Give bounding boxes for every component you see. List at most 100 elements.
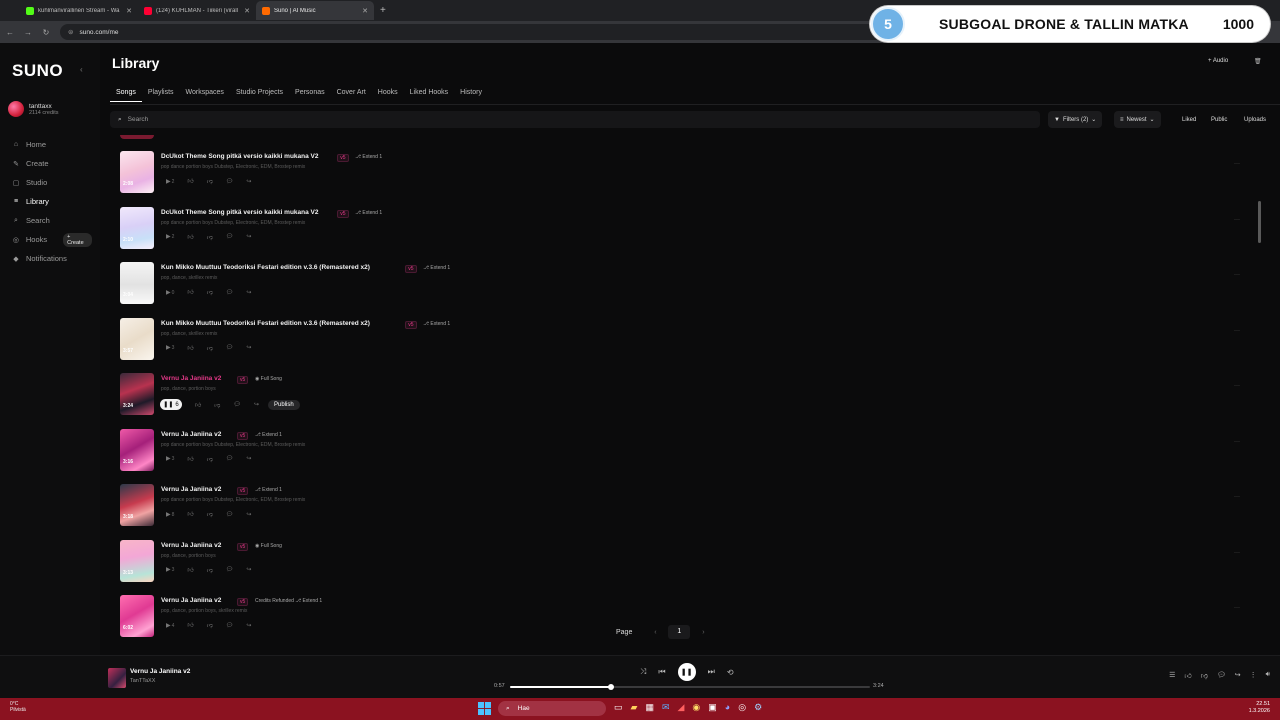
browser-tab[interactable]: Suno | AI Music ✕ [256, 1, 374, 20]
url-field[interactable]: ⊜ suno.com/me [60, 24, 900, 40]
song-row[interactable]: 3:57 Kun Mikko Muuttuu Teodoriksi Festari… [110, 316, 1270, 371]
like-icon[interactable]: 👍︎ [187, 233, 193, 241]
browser-tab[interactable]: kuhlmanvirallinen Stream - Wa ✕ [20, 1, 138, 20]
user-profile[interactable]: tanttaxx 2114 credits [8, 101, 59, 117]
share-icon[interactable]: ↪ [1235, 671, 1241, 680]
close-tab-icon[interactable]: ✕ [126, 7, 132, 15]
sidebar-item-create[interactable]: ✎ Create [12, 154, 92, 173]
tab-history[interactable]: History [454, 86, 488, 102]
queue-icon[interactable]: ☰ [1169, 671, 1175, 680]
tab-liked-hooks[interactable]: Liked Hooks [404, 86, 455, 102]
progress-handle[interactable] [607, 684, 614, 690]
liked-filter[interactable]: Liked [1176, 111, 1202, 128]
comment-icon[interactable]: 💬︎ [226, 289, 234, 296]
app-icon[interactable]: ▣ [708, 702, 717, 713]
avatar[interactable] [8, 101, 24, 117]
song-title[interactable]: Vernu Ja Janiina v2 [161, 542, 221, 549]
comment-icon[interactable]: 💬︎ [226, 178, 234, 185]
share-icon[interactable]: ↪ [246, 178, 251, 185]
share-icon[interactable]: ↪ [246, 566, 251, 573]
song-row[interactable]: 3:04 Kun Mikko Muuttuu Teodoriksi Festari… [110, 260, 1270, 315]
tab-studio-projects[interactable]: Studio Projects [230, 86, 289, 102]
browser-tab[interactable]: (124) KUHLMAN - Tiikeri (virall ✕ [138, 1, 256, 20]
like-icon[interactable]: 👍︎ [187, 566, 193, 574]
song-type-badge[interactable]: ⎇ Extend 1 [355, 154, 382, 160]
play-button[interactable]: ▶2 [166, 233, 174, 240]
outlook-icon[interactable]: ✉ [662, 702, 670, 713]
play-button[interactable]: ▶4 [166, 622, 174, 629]
comment-icon[interactable]: 💬︎ [226, 622, 234, 629]
dislike-icon[interactable]: 👎︎ [207, 510, 213, 518]
like-icon[interactable]: 👍︎ [195, 401, 201, 409]
more-options-icon[interactable]: ··· [1234, 328, 1240, 334]
comment-icon[interactable]: 💬︎ [226, 455, 234, 462]
song-title[interactable]: Vernu Ja Janiina v2 [161, 431, 221, 438]
play-button[interactable]: ▶0 [166, 289, 174, 296]
current-page[interactable]: 1 [668, 625, 691, 639]
song-title[interactable]: Vernu Ja Janiina v2 [161, 375, 221, 382]
play-button[interactable]: ▶8 [166, 511, 174, 518]
song-type-badge[interactable]: ⎇ Extend 1 [255, 487, 282, 493]
song-row[interactable]: 3:18 Vernu Ja Janiina v2 v5 ⎇ Extend 1 pop d… [110, 482, 1270, 537]
reload-icon[interactable]: ↻ [42, 28, 50, 37]
sort-button[interactable]: ≡ Newest ⌄ [1114, 111, 1161, 128]
tab-hooks[interactable]: Hooks [372, 86, 404, 102]
file-explorer-icon[interactable]: ▰ [631, 702, 638, 713]
dislike-icon[interactable]: 👎︎ [207, 344, 213, 352]
more-icon[interactable]: ⋮ [1250, 671, 1257, 680]
shuffle-icon[interactable]: ⤨ [640, 667, 646, 677]
song-title[interactable]: Vernu Ja Janiina v2 [161, 597, 221, 604]
prev-page-icon[interactable]: ‹ [648, 629, 662, 636]
play-button[interactable]: ▶2 [166, 178, 174, 185]
uploads-filter[interactable]: Uploads [1238, 111, 1272, 128]
share-icon[interactable]: ↪ [246, 511, 251, 518]
back-icon[interactable]: ← [6, 28, 14, 37]
tab-personas[interactable]: Personas [289, 86, 331, 102]
filters-button[interactable]: ▼ Filters (2) ⌄ [1048, 111, 1103, 128]
more-options-icon[interactable]: ··· [1234, 161, 1240, 167]
more-options-icon[interactable]: ··· [1234, 439, 1240, 445]
comment-icon[interactable]: 💬︎ [226, 233, 234, 240]
app-icon[interactable]: ◢ [678, 702, 685, 713]
dislike-icon[interactable]: 👎︎ [207, 288, 213, 296]
dislike-icon[interactable]: 👎︎ [1201, 671, 1208, 680]
comment-icon[interactable]: 💬︎ [1217, 671, 1226, 680]
sidebar-item-library[interactable]: ≡ Library [12, 192, 92, 211]
hooks-create-button[interactable]: + Create [63, 232, 92, 247]
share-icon[interactable]: ↪ [246, 622, 251, 629]
tab-songs[interactable]: Songs [110, 86, 142, 102]
song-title[interactable]: Kun Mikko Muuttuu Teodoriksi Festari edi… [161, 320, 370, 327]
scrollbar-thumb[interactable] [1258, 201, 1261, 243]
add-audio-button[interactable]: + Audio [1208, 58, 1228, 64]
play-button[interactable]: ▶3 [166, 455, 174, 462]
comment-icon[interactable]: 💬︎ [226, 566, 234, 573]
discord-icon[interactable]: ◕ [725, 702, 730, 713]
trash-icon[interactable]: 🗑 [1254, 58, 1262, 65]
comment-icon[interactable]: 💬︎ [226, 344, 234, 351]
song-row[interactable]: 3:24 Vernu Ja Janiina v2 v5 ◉ Full Song pop,… [110, 371, 1270, 426]
song-type-badge[interactable]: Credits Refunded ⎇ Extend 1 [255, 598, 322, 604]
next-icon[interactable]: ⏭ [708, 667, 715, 677]
like-icon[interactable]: 👍︎ [187, 455, 193, 463]
song-type-badge[interactable]: ⎇ Extend 1 [423, 321, 450, 327]
weather-widget[interactable]: 0°C Pilvistä [10, 701, 26, 713]
search-input[interactable]: ⌕ Search [110, 111, 1040, 128]
play-button[interactable]: ▶3 [166, 566, 174, 573]
obs-icon[interactable]: ◎ [738, 702, 746, 713]
share-icon[interactable]: ↪ [254, 401, 259, 408]
repeat-icon[interactable]: ⟲ [727, 668, 734, 677]
tab-workspaces[interactable]: Workspaces [180, 86, 230, 102]
chrome-icon[interactable]: ◉ [692, 702, 700, 713]
public-filter[interactable]: Public [1205, 111, 1233, 128]
more-options-icon[interactable]: ··· [1234, 383, 1240, 389]
song-type-badge[interactable]: ◉ Full Song [255, 543, 282, 549]
tab-playlists[interactable]: Playlists [142, 86, 180, 102]
like-icon[interactable]: 👍︎ [187, 344, 193, 352]
pause-button[interactable]: ❚❚ [677, 663, 696, 681]
new-tab-icon[interactable]: + [380, 5, 386, 16]
system-clock[interactable]: 22.51 1.3.2026 [1249, 701, 1270, 715]
song-row[interactable]: 3:16 Vernu Ja Janiina v2 v5 ⎇ Extend 1 pop d… [110, 427, 1270, 482]
sidebar-item-studio[interactable]: ▢ Studio [12, 173, 92, 192]
forward-icon[interactable]: → [24, 28, 32, 37]
next-page-icon[interactable]: › [696, 629, 710, 636]
